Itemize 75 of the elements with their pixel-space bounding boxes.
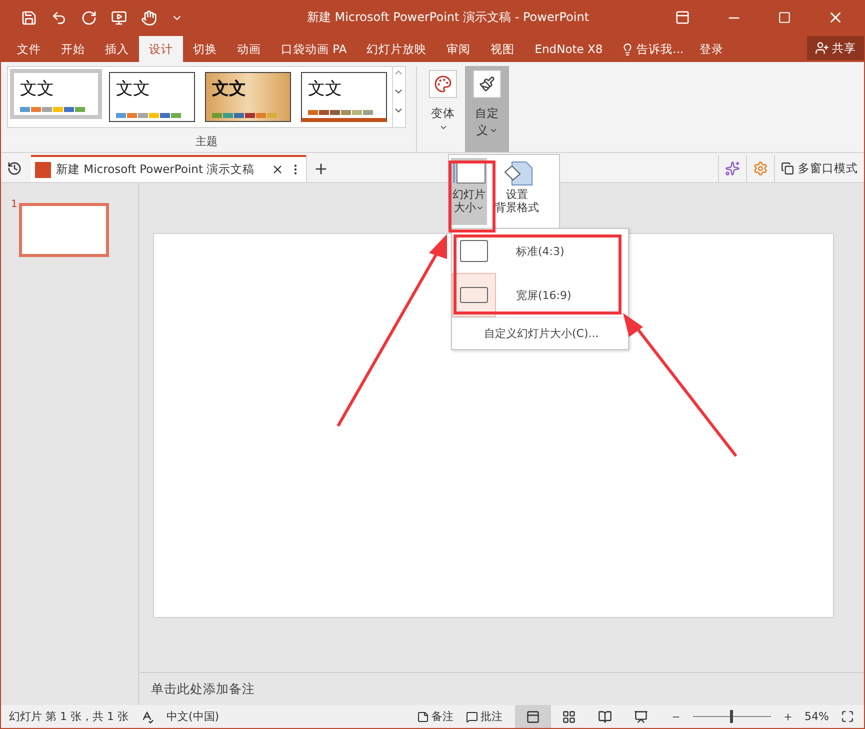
palette-icon: [434, 75, 452, 93]
color-swatches: [20, 107, 85, 112]
sign-in-link[interactable]: 登录: [692, 36, 732, 62]
slide-sorter-icon[interactable]: [562, 710, 576, 724]
lightbulb-icon: [620, 42, 634, 56]
notes-button[interactable]: 备注: [416, 709, 454, 724]
language-text[interactable]: 中文(中国): [166, 709, 220, 724]
spellcheck-icon[interactable]: [140, 710, 154, 724]
slide-number: 1: [11, 199, 18, 210]
redo-icon[interactable]: [81, 10, 97, 26]
new-tab-icon[interactable]: [313, 160, 329, 176]
ribbon-tab[interactable]: 文件: [7, 36, 51, 62]
share-button[interactable]: 共享: [807, 36, 864, 60]
add-person-icon: [815, 41, 829, 55]
slide-preview-icon: [460, 287, 488, 303]
slide-preview-icon: [460, 240, 488, 262]
theme-sample-text: 文文: [212, 78, 247, 100]
slide-thumbnail[interactable]: [19, 203, 110, 257]
ribbon-tab[interactable]: 口袋动画 PA: [271, 36, 357, 62]
normal-view-icon[interactable]: [526, 710, 540, 724]
ribbon-tab[interactable]: 幻灯片放映: [356, 36, 437, 62]
ribbon-tab[interactable]: 视图: [480, 36, 525, 62]
ribbon-tab[interactable]: 审阅: [436, 36, 481, 62]
comments-button[interactable]: 批注: [466, 709, 503, 724]
windows-icon: [781, 162, 794, 175]
slideshow-icon[interactable]: [111, 10, 127, 26]
slide-count-text: 幻灯片 第 1 张，共 1 张: [9, 709, 128, 724]
theme-sample-text: 文文: [20, 78, 55, 100]
slide-size-button[interactable]: 幻灯片 大小: [451, 158, 487, 225]
document-tab[interactable]: 新建 Microsoft PowerPoint 演示文稿: [31, 155, 306, 182]
theme-thumbnail[interactable]: 文文: [10, 69, 102, 119]
zoom-percent[interactable]: 54%: [804, 710, 829, 723]
highlight-frame: [448, 160, 496, 232]
theme-sample-text: 文文: [116, 78, 151, 100]
zoom-in-icon[interactable]: [782, 712, 793, 722]
note-icon: [416, 710, 429, 722]
menu-item[interactable]: 标准(4:3): [452, 229, 628, 273]
reading-view-icon[interactable]: [598, 710, 612, 724]
history-icon[interactable]: [7, 161, 22, 176]
caret-icon: [488, 126, 498, 135]
fit-window-icon[interactable]: [841, 710, 854, 723]
group-label: 主题: [196, 134, 218, 150]
variants-button[interactable]: 变体: [425, 66, 461, 152]
theme-thumbnail[interactable]: 文文: [301, 72, 387, 122]
comment-icon: [466, 710, 478, 722]
ribbon-tab[interactable]: 切换: [183, 36, 227, 62]
window-title: 新建 Microsoft PowerPoint 演示文稿 - PowerPoint: [306, 9, 590, 26]
sparkle-wand-icon[interactable]: [725, 161, 740, 176]
zoom-thumb[interactable]: [730, 710, 733, 723]
ribbon-tab[interactable]: EndNote X8: [524, 36, 613, 62]
powerpoint-icon: [35, 162, 51, 178]
multi-window-button[interactable]: 多窗口模式: [774, 155, 864, 182]
theme-thumbnail[interactable]: 文文: [109, 72, 195, 122]
menu-item[interactable]: 宽屏(16:9): [452, 273, 628, 317]
close-icon[interactable]: [271, 163, 284, 176]
theme-thumbnail[interactable]: 文文: [205, 72, 291, 122]
slideshow-icon[interactable]: [634, 710, 648, 724]
undo-icon[interactable]: [51, 10, 67, 26]
color-swatches: [116, 113, 181, 118]
ribbon-tab[interactable]: 动画: [227, 36, 271, 62]
settings-icon[interactable]: [753, 161, 768, 176]
maximize-icon[interactable]: [778, 11, 791, 24]
tell-me-field[interactable]: 告诉我...: [612, 36, 692, 62]
ribbon-tab[interactable]: 开始: [51, 36, 95, 62]
color-swatches: [212, 113, 277, 118]
caret-icon: [438, 123, 448, 132]
format-background-button[interactable]: 设置 背景格式: [494, 158, 540, 225]
customize-button[interactable]: 自定 义: [465, 66, 509, 152]
ribbon-tab[interactable]: 插入: [95, 36, 139, 62]
ribbon-tab[interactable]: 设计: [139, 36, 183, 62]
ribbon-display-icon[interactable]: [675, 10, 690, 25]
save-icon[interactable]: [21, 10, 37, 26]
theme-sample-text: 文文: [308, 78, 343, 100]
touch-mode-icon[interactable]: [141, 10, 157, 26]
color-swatches: [308, 110, 373, 115]
